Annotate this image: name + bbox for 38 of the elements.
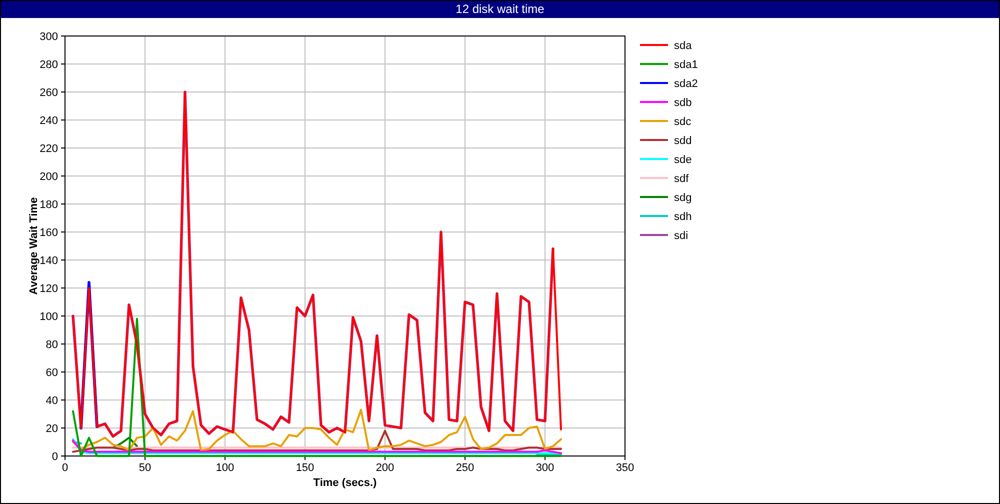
tick-label: 180 [40,199,58,211]
legend-label: sda1 [674,59,698,71]
tick-label: 0 [52,451,58,463]
legend-label: sda2 [674,78,698,90]
tick-label: 260 [40,87,58,99]
tick-label: 140 [40,255,58,267]
tick-label: 0 [62,462,68,474]
legend-label: sde [674,154,692,166]
tick-label: 100 [216,462,234,474]
legend-label: sdb [674,97,692,109]
legend-label: sdc [674,116,692,128]
tick-label: 200 [376,462,394,474]
tick-label: 220 [40,143,58,155]
tick-label: 300 [536,462,554,474]
legend-label: sdi [674,230,688,242]
axis-title: Time (secs.) [313,477,377,489]
tick-label: 280 [40,59,58,71]
tick-label: 40 [46,395,58,407]
tick-label: 100 [40,311,58,323]
tick-label: 250 [456,462,474,474]
tick-label: 80 [46,339,58,351]
tick-label: 350 [616,462,634,474]
tick-label: 160 [40,227,58,239]
legend-label: sda [674,40,692,52]
tick-label: 200 [40,171,58,183]
tick-label: 50 [138,462,152,474]
window-title: 12 disk wait time [1,1,999,18]
tick-label: 20 [46,423,58,435]
tick-label: 120 [40,283,58,295]
tick-label: 60 [46,367,58,379]
tick-label: 150 [296,462,314,474]
tick-label: 300 [40,31,58,43]
legend-label: sdg [674,192,692,204]
legend-label: sdd [674,135,692,147]
axis-title: Average Wait Time [28,197,40,295]
legend-label: sdh [674,211,692,223]
tick-label: 240 [40,115,58,127]
legend-label: sdf [674,173,689,185]
